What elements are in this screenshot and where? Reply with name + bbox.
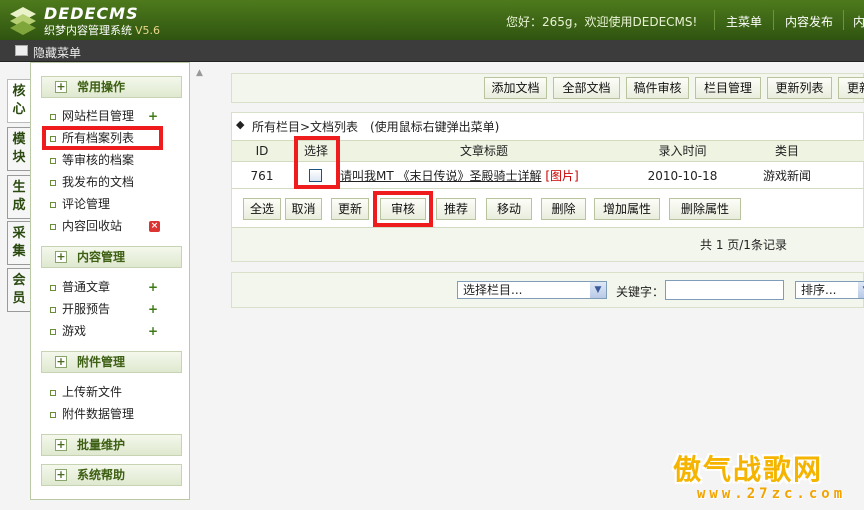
recommend-button[interactable]: 推荐 xyxy=(436,198,476,220)
top-toolbar xyxy=(0,40,864,62)
column-management-button[interactable]: 栏目管理 xyxy=(695,77,761,99)
update-list-button[interactable]: 更新列表 xyxy=(767,77,832,99)
category-select[interactable]: 选择栏目... ▼ xyxy=(457,281,607,299)
expand-icon[interactable]: + xyxy=(55,356,67,368)
brand-name: DEDECMS xyxy=(44,4,139,23)
all-documents-button[interactable]: 全部文档 xyxy=(553,77,620,99)
pagination-text: 共 1 页/1条记录 xyxy=(700,238,787,252)
expand-icon[interactable]: + xyxy=(55,469,67,481)
sidebar-item-server-preview[interactable]: 开服预告 xyxy=(50,300,182,318)
section-title: 批量维护 xyxy=(77,438,126,452)
nav-content-publish[interactable]: 内容发布 xyxy=(785,13,833,30)
hide-menu-icon[interactable] xyxy=(15,45,28,56)
sidebar-item-my-documents[interactable]: 我发布的文档 xyxy=(50,173,182,191)
approve-button[interactable]: 审核 xyxy=(380,198,426,220)
cancel-button[interactable]: 取消 xyxy=(285,198,322,220)
row-date: 2010-10-18 xyxy=(647,169,718,183)
add-icon[interactable]: + xyxy=(148,281,158,293)
watermark-title: 傲气战歌网 xyxy=(673,453,824,486)
section-attachments[interactable]: + 附件管理 xyxy=(41,351,182,373)
keyword-input[interactable] xyxy=(665,280,784,300)
collapse-arrow-icon[interactable]: ▲ xyxy=(196,68,209,82)
clear-recycle-icon[interactable]: × xyxy=(149,221,160,232)
review-documents-button[interactable]: 稿件审核 xyxy=(626,77,689,99)
hide-menu-link[interactable]: 隐藏菜单 xyxy=(33,44,81,61)
update-button[interactable]: 更新 xyxy=(838,77,864,99)
sidebar-item-site-columns[interactable]: 网站栏目管理 xyxy=(50,107,182,125)
nav-divider xyxy=(843,10,844,30)
section-title: 内容管理 xyxy=(77,250,126,264)
section-batch-maintenance[interactable]: + 批量维护 xyxy=(41,434,182,456)
sidebar-item-comments[interactable]: 评论管理 xyxy=(50,195,182,213)
delete-button[interactable]: 删除 xyxy=(541,198,586,220)
tab-generate[interactable]: 生成 xyxy=(7,175,30,219)
sidebar-item-articles[interactable]: 普通文章 xyxy=(50,278,182,296)
row-category: 游戏新闻 xyxy=(762,169,811,183)
column-header-date: 录入时间 xyxy=(658,144,707,158)
add-icon[interactable]: + xyxy=(148,325,158,337)
expand-icon[interactable]: + xyxy=(55,251,67,263)
nav-more[interactable]: 内 xyxy=(853,13,864,30)
sidebar-item-upload-file[interactable]: 上传新文件 xyxy=(50,383,182,401)
subtitle-text: 织梦内容管理系统 xyxy=(44,24,132,37)
sidebar-item-games[interactable]: 游戏 xyxy=(50,322,182,340)
add-document-button[interactable]: 添加文档 xyxy=(484,77,547,99)
column-header-select: 选择 xyxy=(303,144,328,158)
expand-icon[interactable]: + xyxy=(55,439,67,451)
sidebar-item-recycle-bin[interactable]: 内容回收站 xyxy=(50,217,182,235)
watermark-url: www.27zc.com xyxy=(697,486,847,502)
keyword-label: 关键字： xyxy=(616,285,665,299)
row-title-link[interactable]: 请叫我MT 《末日传说》圣殿骑士详解 xyxy=(340,169,542,183)
breadcrumb-marker-icon: ◆ xyxy=(236,118,245,131)
column-header-category: 类目 xyxy=(774,144,799,158)
section-title: 系统帮助 xyxy=(77,468,126,482)
column-header-title: 文章标题 xyxy=(459,144,508,158)
row-title-cell: 请叫我MT 《末日传说》圣殿骑士详解 [图片] xyxy=(340,165,628,187)
section-title: 附件管理 xyxy=(77,355,126,369)
section-content-management[interactable]: + 内容管理 xyxy=(41,246,182,268)
site-watermark: 傲气战歌网 www.27zc.com xyxy=(673,448,853,508)
tab-collect[interactable]: 采集 xyxy=(7,221,30,265)
column-header-id: ID xyxy=(255,144,269,158)
welcome-text: 您好：265g，欢迎使用DEDECMS! xyxy=(506,15,698,29)
sidebar-item-attachment-data[interactable]: 附件数据管理 xyxy=(50,405,182,423)
nav-divider xyxy=(714,10,715,30)
move-button[interactable]: 移动 xyxy=(486,198,532,220)
tab-modules[interactable]: 模块 xyxy=(7,127,30,171)
version-label: V5.6 xyxy=(135,24,161,37)
chevron-down-icon[interactable]: ▼ xyxy=(590,282,606,298)
add-attribute-button[interactable]: 增加属性 xyxy=(594,198,660,220)
section-system-help[interactable]: + 系统帮助 xyxy=(41,464,182,486)
row-image-tag[interactable]: [图片] xyxy=(545,169,578,183)
nav-divider xyxy=(773,10,774,30)
chevron-down-icon[interactable]: ▼ xyxy=(858,282,864,298)
app-header: DEDECMS 织梦内容管理系统 V5.6 您好：265g，欢迎使用DEDECMS… xyxy=(0,0,864,40)
sort-select-value: 排序... xyxy=(801,283,837,297)
section-title: 常用操作 xyxy=(77,80,126,94)
hint-text: (使用鼠标右键弹出菜单) xyxy=(370,120,500,134)
tab-members[interactable]: 会员 xyxy=(7,268,30,312)
refresh-button[interactable]: 更新 xyxy=(331,198,369,220)
select-all-button[interactable]: 全选 xyxy=(243,198,281,220)
remove-attribute-button[interactable]: 删除属性 xyxy=(669,198,741,220)
section-common-ops[interactable]: + 常用操作 xyxy=(41,76,182,98)
add-icon[interactable]: + xyxy=(148,110,158,122)
expand-icon[interactable]: + xyxy=(55,81,67,93)
row-id: 761 xyxy=(250,169,274,183)
sort-select[interactable]: 排序... ▼ xyxy=(795,281,864,299)
brand-subtitle: 织梦内容管理系统 V5.6 xyxy=(44,22,160,38)
breadcrumb: 所有栏目>文档列表 xyxy=(252,120,359,134)
tab-core[interactable]: 核心 xyxy=(7,79,30,123)
nav-main-menu[interactable]: 主菜单 xyxy=(726,13,762,30)
category-select-value: 选择栏目... xyxy=(463,283,523,297)
row-select-checkbox[interactable] xyxy=(309,169,322,182)
sidebar-item-pending-archives[interactable]: 等审核的档案 xyxy=(50,151,182,169)
dedecms-logo-icon xyxy=(10,7,36,35)
add-icon[interactable]: + xyxy=(148,303,158,315)
sidebar-item-all-archives[interactable]: 所有档案列表 xyxy=(50,129,182,147)
